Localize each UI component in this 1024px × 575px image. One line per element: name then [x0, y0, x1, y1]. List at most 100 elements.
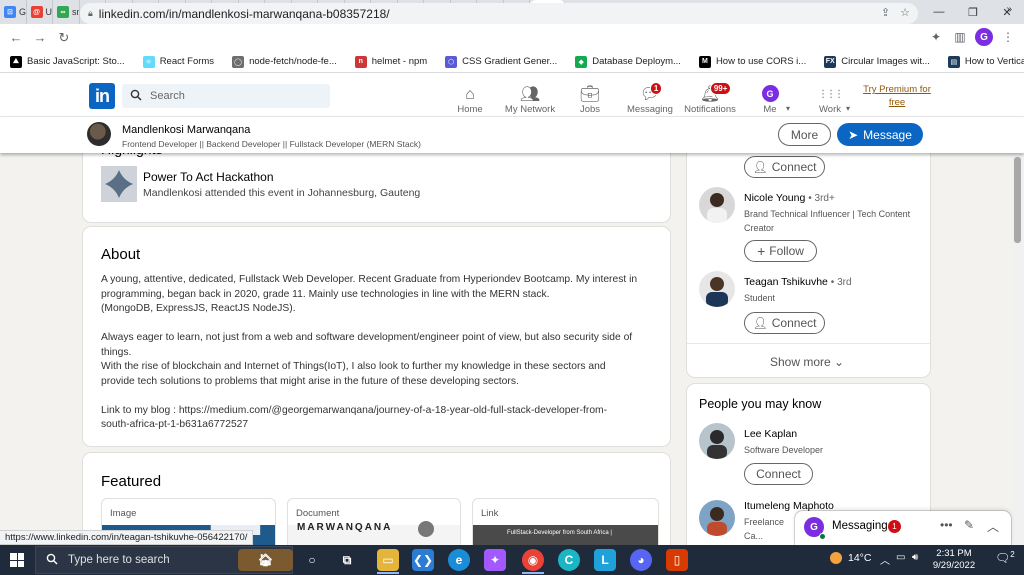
restore-icon[interactable]: ❐ — [956, 0, 990, 24]
message-button[interactable]: ➤ Message — [837, 123, 923, 146]
show-more-label: Show more — [770, 355, 831, 369]
figma-icon[interactable]: ✦ — [484, 549, 506, 571]
more-button[interactable]: More — [778, 123, 831, 146]
weather-temperature: 14°C — [848, 552, 872, 564]
share-icon[interactable]: ⇪ — [881, 6, 890, 19]
browser-tab[interactable]: ∞sn — [53, 0, 80, 24]
bookmark-item[interactable]: ◯ node-fetch/node-fe... — [232, 55, 337, 68]
document-preview-text: MARWANQANA — [297, 522, 393, 533]
avatar[interactable] — [699, 187, 735, 223]
file-explorer-icon[interactable]: ▭ — [377, 549, 399, 571]
event-subtitle: Mandlenkosi attended this event in Johan… — [143, 187, 421, 199]
messaging-label[interactable]: Messaging — [832, 520, 888, 532]
nav-label: Messaging — [627, 104, 673, 115]
show-more-button[interactable]: Show more ⌄ — [770, 355, 844, 369]
chevron-up-icon[interactable]: ︿ — [987, 518, 999, 535]
back-icon[interactable]: ← — [4, 26, 28, 50]
canva-icon[interactable]: C — [558, 549, 580, 571]
browser-tab[interactable]: @Ur — [27, 0, 53, 24]
messaging-widget[interactable] — [795, 511, 1011, 545]
nav-jobs[interactable]: 💼︎ Jobs — [560, 79, 620, 115]
profile-name: Mandlenkosi Marwanqana — [122, 124, 251, 136]
clock-time: 2:31 PM — [936, 548, 972, 559]
bookmarks-bar: ⛰ Basic JavaScript: Sto... ⚛ React Forms ◯ no… — [0, 51, 1024, 73]
discord-icon[interactable]: ◕ — [630, 549, 652, 571]
connect-button[interactable]: Connect — [744, 463, 813, 485]
premium-line-2: free — [888, 97, 906, 108]
tray-chevron-icon[interactable]: ︿ — [880, 552, 890, 567]
profile-headline: Frontend Developer || Backend Developer … — [122, 139, 421, 149]
chrome-icon[interactable]: ◉ — [522, 549, 544, 571]
bookmark-item[interactable]: ⚛ React Forms — [142, 55, 214, 68]
linkedin-logo[interactable]: in — [89, 83, 115, 109]
active-indicator — [377, 572, 399, 574]
person-name[interactable]: Nicole Young • 3rd+ — [744, 192, 835, 204]
try-premium-link[interactable]: Try Premium for free — [862, 83, 932, 109]
bookmark-item[interactable]: FX Circular Images wit... — [824, 55, 930, 68]
event-thumbnail[interactable] — [101, 166, 137, 202]
event-title[interactable]: Power To Act Hackathon — [143, 170, 274, 184]
avatar[interactable] — [699, 423, 735, 459]
volume-icon[interactable]: 🔊︎ — [912, 552, 918, 563]
document-preview-avatar — [418, 521, 434, 537]
sidepanel-icon[interactable]: ▥ — [950, 27, 970, 47]
featured-item-label: Link — [481, 508, 499, 519]
notification-center-icon[interactable]: 🗨︎2 — [995, 550, 1015, 565]
nav-home[interactable]: ⌂ Home — [440, 79, 500, 115]
bookmark-item[interactable]: ◆ Database Deploym... — [575, 55, 681, 68]
search-icon — [130, 89, 142, 104]
bookmark-item[interactable]: ⬡ CSS Gradient Gener... — [445, 55, 557, 68]
office-icon[interactable]: ▯ — [666, 549, 688, 571]
follow-button[interactable]: + Follow — [744, 240, 817, 262]
bookmark-label: How to Vertically Al... — [964, 56, 1024, 67]
weather-widget[interactable]: 14°C — [830, 552, 871, 564]
bookmark-label: helmet - npm — [371, 56, 428, 67]
nav-messaging[interactable]: 💬︎ 1 Messaging — [620, 79, 680, 115]
person-name[interactable]: Lee Kaplan — [744, 428, 797, 440]
launcher-l-icon[interactable]: L — [594, 549, 616, 571]
scrollbar-thumb[interactable] — [1014, 157, 1021, 243]
caret-down-icon: ▾ — [785, 104, 790, 113]
search-highlight-image[interactable]: 🏠︎ — [238, 549, 293, 571]
cortana-icon[interactable]: ○ — [301, 549, 323, 571]
extensions-icon[interactable]: ✦ — [926, 27, 946, 47]
forward-icon[interactable]: → — [28, 26, 52, 50]
minimize-icon[interactable]: — — [922, 0, 956, 24]
bookmark-star-icon[interactable]: ☆ — [900, 6, 910, 19]
profile-avatar[interactable] — [87, 122, 111, 146]
compose-icon[interactable]: ✎ — [964, 518, 974, 532]
tab-label: sn — [72, 7, 79, 17]
network-tray-icon[interactable]: ▭ — [896, 552, 905, 563]
nav-my-network[interactable]: 👥︎ My Network — [500, 79, 560, 115]
edge-icon[interactable]: e — [448, 549, 470, 571]
connect-button[interactable]: 👤︎ Connect — [744, 156, 825, 178]
reload-icon[interactable]: ↻ — [52, 26, 76, 50]
nav-work[interactable]: ⋮⋮⋮ Work ▾ — [800, 79, 860, 115]
bookmark-item[interactable]: ⛰ Basic JavaScript: Sto... — [10, 55, 125, 68]
avatar[interactable] — [699, 271, 735, 307]
task-view-icon[interactable]: ⧉ — [336, 549, 358, 571]
avatar[interactable] — [699, 500, 735, 536]
bookmark-item[interactable]: ▤ How to Vertically Al... — [947, 55, 1024, 68]
bookmarks-more-icon[interactable]: » — [1006, 4, 1012, 15]
featured-item-label: Document — [296, 508, 340, 519]
about-line: things. — [101, 346, 132, 358]
person-name[interactable]: Teagan Tshikuvhe • 3rd — [744, 276, 852, 288]
bookmark-favicon-icon: ▤ — [947, 55, 960, 68]
connect-button[interactable]: 👤︎ Connect — [744, 312, 825, 334]
vscode-icon[interactable]: ❮❯ — [412, 549, 434, 571]
more-options-icon[interactable]: ••• — [940, 518, 953, 532]
nav-me[interactable]: G Me ▾ — [740, 79, 800, 115]
about-line: provide tech solutions to problems that … — [101, 375, 519, 387]
windows-start-icon[interactable] — [10, 553, 24, 567]
jobs-icon: 💼︎ — [579, 86, 601, 103]
search-input[interactable]: Search — [122, 84, 330, 108]
url-field[interactable]: 🔒︎ linkedin.com/in/mandlenkosi-marwanqan… — [80, 3, 918, 24]
clock[interactable]: 2:31 PM 9/29/2022 — [928, 548, 980, 572]
bookmark-item[interactable]: n helmet - npm — [354, 55, 428, 68]
browser-profile-avatar[interactable]: G — [975, 28, 993, 46]
bookmark-item[interactable]: M How to use CORS i... — [698, 55, 806, 68]
browser-tab[interactable]: ⊡Gc — [0, 0, 27, 24]
nav-notifications[interactable]: 🔔︎ 99+ Notifications — [680, 79, 740, 115]
browser-menu-icon[interactable]: ⋮ — [998, 27, 1018, 47]
